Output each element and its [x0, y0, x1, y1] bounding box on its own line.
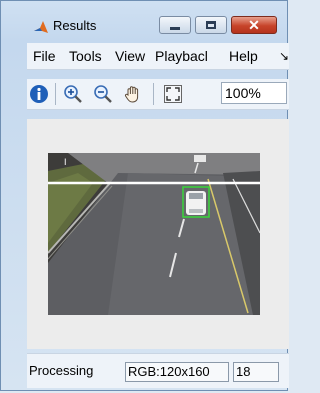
- window-title: Results: [53, 18, 97, 33]
- fit-to-window-icon[interactable]: [163, 84, 183, 104]
- menu-bar: File Tools View Playbacl Help ↘: [27, 43, 289, 70]
- svg-text:I: I: [64, 157, 67, 167]
- menu-tools[interactable]: Tools: [69, 48, 102, 64]
- toolbar: 100%: [27, 79, 289, 110]
- toolbar-separator: [55, 83, 56, 105]
- minimize-button[interactable]: [159, 16, 191, 34]
- video-frame: I: [48, 153, 260, 315]
- frame-number-field: 18: [233, 362, 279, 382]
- results-window: Results ✕ File Tools View Playbacl Help …: [0, 0, 289, 391]
- toolbar-separator: [153, 83, 154, 105]
- chevron-double-icon[interactable]: ↘: [279, 49, 289, 63]
- maximize-icon: [206, 21, 216, 29]
- title-bar[interactable]: Results ✕: [1, 1, 287, 41]
- close-button[interactable]: ✕: [231, 16, 277, 34]
- info-icon[interactable]: [29, 84, 49, 104]
- menu-help[interactable]: Help: [229, 48, 258, 64]
- menu-playback[interactable]: Playbacl: [155, 48, 208, 64]
- image-format-field: RGB:120x160: [125, 362, 229, 382]
- close-icon: ✕: [248, 17, 260, 33]
- pan-hand-icon[interactable]: [123, 84, 143, 104]
- status-bar: Processing RGB:120x160 18: [27, 353, 289, 388]
- menu-view[interactable]: View: [115, 48, 145, 64]
- status-text: Processing: [29, 363, 94, 378]
- maximize-button[interactable]: [195, 16, 227, 34]
- zoom-level-field[interactable]: 100%: [221, 82, 287, 104]
- minimize-icon: [170, 26, 180, 30]
- matlab-logo-icon: [34, 21, 48, 33]
- menu-file[interactable]: File: [33, 48, 56, 64]
- zoom-in-icon[interactable]: [63, 84, 83, 104]
- zoom-out-icon[interactable]: [93, 84, 113, 104]
